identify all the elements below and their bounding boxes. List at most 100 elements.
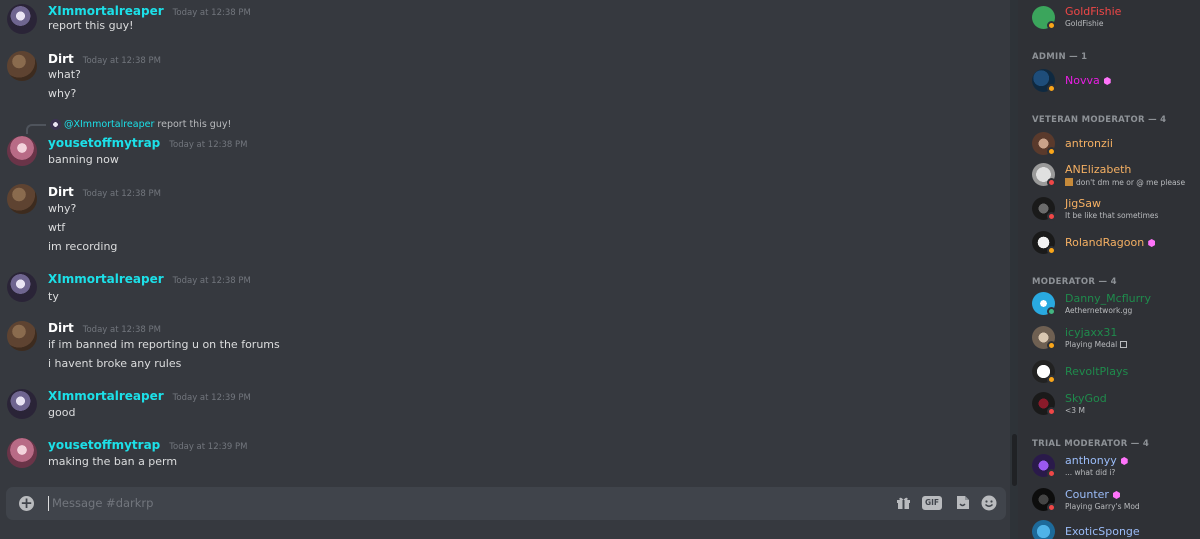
message-author[interactable]: Dirt Today at 12:38 PM	[48, 52, 161, 66]
message-content: if im banned im reporting u on the forum…	[48, 338, 280, 351]
avatar[interactable]	[7, 136, 37, 166]
member-item[interactable]: ANElizabeth don't dm me or @ me please	[1018, 161, 1200, 189]
reply-avatar	[50, 119, 61, 130]
message-content: wtf	[48, 221, 66, 234]
message-content: good	[48, 406, 76, 419]
status-dnd-icon	[1047, 178, 1056, 187]
message-timestamp: Today at 12:38 PM	[172, 276, 251, 286]
member-item[interactable]: GoldFishie GoldFishie	[1018, 4, 1200, 32]
nitro-boost-icon	[1112, 491, 1120, 499]
message-input[interactable]: Message #darkrp	[52, 496, 153, 510]
status-idle-icon	[1047, 21, 1056, 30]
message-content: ty	[48, 290, 59, 303]
avatar[interactable]	[7, 184, 37, 214]
status-dnd-icon	[1047, 469, 1056, 478]
sticker-icon[interactable]	[953, 495, 971, 512]
member-status-text: Aethernetwork.gg	[1065, 306, 1133, 315]
status-online-icon	[1047, 307, 1056, 316]
member-status-text: GoldFishie	[1065, 19, 1104, 28]
member-name: SkyGod	[1065, 392, 1107, 405]
member-status-text: don't dm me or @ me please	[1065, 178, 1185, 187]
gif-button[interactable]: GIF	[922, 496, 942, 510]
member-status-text: ... what did i?	[1065, 468, 1116, 477]
member-status-text: <3 M	[1065, 406, 1085, 415]
member-item[interactable]: JigSaw It be like that sometimes	[1018, 195, 1200, 223]
status-dnd-icon	[1047, 407, 1056, 416]
plus-circle-icon[interactable]: +	[19, 496, 34, 511]
avatar[interactable]	[7, 4, 37, 34]
role-header-veteran-moderator: VETERAN MODERATOR — 4	[1032, 115, 1167, 125]
member-item[interactable]: Novva	[1018, 67, 1200, 95]
member-list[interactable]: GoldFishie GoldFishie ADMIN — 1 Novva VE…	[1018, 0, 1200, 539]
rich-presence-icon	[1120, 341, 1128, 348]
message-content: i havent broke any rules	[48, 357, 182, 370]
reply-connector	[26, 124, 46, 134]
member-item[interactable]: antronzii	[1018, 130, 1200, 158]
message-author[interactable]: XImmortalreaper Today at 12:39 PM	[48, 389, 251, 403]
nitro-boost-icon	[1148, 239, 1156, 247]
reply-text: @XImmortalreaper report this guy!	[64, 119, 232, 130]
message-content: making the ban a perm	[48, 455, 178, 468]
message-content: im recording	[48, 240, 118, 253]
message-content: report this guy!	[48, 19, 134, 32]
member-item[interactable]: RolandRagoon	[1018, 229, 1200, 257]
message-timestamp: Today at 12:38 PM	[169, 140, 248, 150]
member-name: RevoltPlays	[1065, 365, 1129, 378]
avatar[interactable]	[7, 389, 37, 419]
status-idle-icon	[1047, 84, 1056, 93]
custom-emoji-icon	[1065, 178, 1073, 186]
message-content: banning now	[48, 153, 119, 166]
member-name: Counter	[1065, 488, 1120, 501]
member-status-text: Playing Medal	[1065, 340, 1128, 349]
message-author[interactable]: yousetoffmytrap Today at 12:39 PM	[48, 438, 247, 452]
message-list[interactable]: XImmortalreaper Today at 12:38 PM report …	[0, 0, 1010, 480]
avatar[interactable]	[7, 438, 37, 468]
avatar	[1032, 520, 1055, 539]
member-name: Danny_Mcflurry	[1065, 292, 1151, 305]
avatar[interactable]	[7, 321, 37, 351]
message-author[interactable]: Dirt Today at 12:38 PM	[48, 185, 161, 199]
role-header-trial-moderator: TRIAL MODERATOR — 4	[1032, 439, 1150, 449]
message-author[interactable]: Dirt Today at 12:38 PM	[48, 321, 161, 335]
member-item[interactable]: ExoticSponge	[1018, 518, 1200, 539]
gift-icon[interactable]	[894, 495, 912, 512]
chat-scrollbar-thumb[interactable]	[1012, 434, 1017, 486]
message-author[interactable]: yousetoffmytrap Today at 12:38 PM	[48, 136, 247, 150]
member-name: antronzii	[1065, 137, 1113, 150]
avatar[interactable]	[7, 51, 37, 81]
message-timestamp: Today at 12:39 PM	[172, 393, 251, 403]
member-item[interactable]: anthonyy ... what did i?	[1018, 452, 1200, 480]
member-item[interactable]: Counter Playing Garry's Mod	[1018, 486, 1200, 514]
member-name: JigSaw	[1065, 197, 1102, 210]
status-idle-icon	[1047, 375, 1056, 384]
member-status-text: Playing Garry's Mod	[1065, 502, 1140, 511]
message-composer[interactable]: + Message #darkrp GIF	[6, 487, 1006, 520]
member-name: GoldFishie	[1065, 5, 1122, 18]
message-timestamp: Today at 12:39 PM	[169, 442, 248, 452]
status-idle-icon	[1047, 147, 1056, 156]
member-name: Novva	[1065, 74, 1111, 87]
member-item[interactable]: RevoltPlays	[1018, 358, 1200, 386]
message-author[interactable]: XImmortalreaper Today at 12:38 PM	[48, 272, 251, 286]
message-timestamp: Today at 12:38 PM	[82, 189, 161, 199]
role-header-admin: ADMIN — 1	[1032, 52, 1088, 62]
role-header-moderator: MODERATOR — 4	[1032, 277, 1117, 287]
avatar[interactable]	[7, 272, 37, 302]
status-dnd-icon	[1047, 503, 1056, 512]
status-idle-icon	[1047, 341, 1056, 350]
member-name: anthonyy	[1065, 454, 1128, 467]
member-item[interactable]: Danny_Mcflurry Aethernetwork.gg	[1018, 290, 1200, 318]
member-item[interactable]: SkyGod <3 M	[1018, 390, 1200, 418]
nitro-boost-icon	[1103, 77, 1111, 85]
message-timestamp: Today at 12:38 PM	[172, 8, 251, 18]
chat-area: XImmortalreaper Today at 12:38 PM report …	[0, 0, 1018, 539]
emoji-icon[interactable]	[980, 495, 998, 512]
message-timestamp: Today at 12:38 PM	[82, 56, 161, 66]
member-status-text: It be like that sometimes	[1065, 211, 1159, 220]
message-author[interactable]: XImmortalreaper Today at 12:38 PM	[48, 4, 251, 18]
member-name: ExoticSponge	[1065, 525, 1140, 538]
message-content: why?	[48, 87, 77, 100]
discord-window: XImmortalreaper Today at 12:38 PM report …	[0, 0, 1200, 539]
member-item[interactable]: icyjaxx31 Playing Medal	[1018, 324, 1200, 352]
status-dnd-icon	[1047, 212, 1056, 221]
